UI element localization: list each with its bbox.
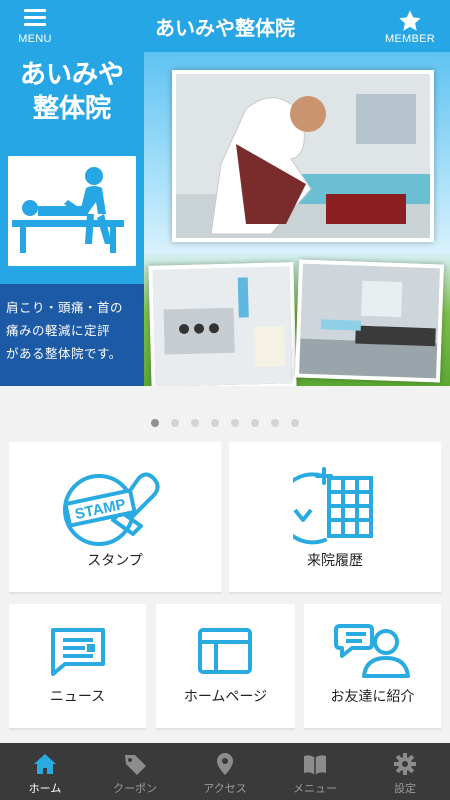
- bottom-tab-bar: ホーム クーポン アクセス メニュー 設定: [0, 743, 450, 800]
- carousel-dot[interactable]: [271, 419, 279, 427]
- home-icon: [34, 754, 56, 774]
- tab-coupon[interactable]: クーポン: [90, 743, 180, 800]
- carousel-indicator: [0, 419, 450, 429]
- visit-history-icon: [293, 467, 373, 545]
- carousel-dot[interactable]: [151, 419, 159, 427]
- visit-history-tile[interactable]: 来院履歴: [229, 442, 441, 594]
- invite-friend-tile[interactable]: お友達に紹介: [304, 604, 441, 730]
- carousel-dot[interactable]: [291, 419, 299, 427]
- member-label: MEMBER: [384, 33, 436, 45]
- map-pin-icon: [217, 753, 233, 775]
- hero-banner[interactable]: あいみや 整体院 肩こり・頭痛・首の 痛みの軽減に定評 がある整体院です。: [0, 52, 450, 386]
- news-label: ニュース: [49, 689, 106, 705]
- carousel-dot[interactable]: [251, 419, 259, 427]
- visit-history-label: 来院履歴: [307, 553, 363, 569]
- gear-icon: [394, 753, 416, 775]
- equipment-photo: [148, 262, 297, 386]
- star-icon: [399, 10, 421, 31]
- member-button[interactable]: MEMBER: [370, 0, 450, 52]
- hero-caption-panel: 肩こり・頭痛・首の 痛みの軽減に定評 がある整体院です。: [0, 284, 144, 386]
- news-tile[interactable]: ニュース: [9, 604, 146, 730]
- stamp-icon: STAMP: [63, 472, 160, 546]
- homepage-tile[interactable]: ホームページ: [156, 604, 295, 730]
- therapist-photo: [172, 70, 434, 242]
- hero-title-line1: あいみや: [19, 60, 124, 90]
- browser-window-icon: [198, 628, 252, 674]
- book-icon: [304, 755, 326, 775]
- tab-access[interactable]: アクセス: [180, 743, 270, 800]
- hero-caption-line3: がある整体院です。: [6, 346, 122, 361]
- tab-menu[interactable]: メニュー: [270, 743, 360, 800]
- hero-title-line2: 整体院: [32, 94, 111, 124]
- carousel-dot[interactable]: [211, 419, 219, 427]
- tab-settings[interactable]: 設定: [360, 743, 450, 800]
- tab-home-label: ホーム: [28, 782, 62, 795]
- refer-friend-icon: [334, 624, 410, 678]
- tab-menu-label: メニュー: [293, 782, 337, 795]
- massage-table-illustration: [8, 156, 136, 266]
- carousel-dot[interactable]: [171, 419, 179, 427]
- hero-caption-line2: 痛みの軽減に定評: [6, 323, 111, 338]
- carousel-dot[interactable]: [191, 419, 199, 427]
- app-header: MENU あいみや整体院 MEMBER: [0, 0, 450, 52]
- carousel-dot[interactable]: [231, 419, 239, 427]
- coupon-tag-icon: [125, 755, 146, 775]
- tab-access-label: アクセス: [203, 782, 247, 795]
- homepage-label: ホームページ: [183, 689, 268, 705]
- hero-title-panel: あいみや 整体院: [0, 52, 144, 284]
- tab-home[interactable]: ホーム: [0, 743, 90, 800]
- news-icon: [51, 628, 105, 676]
- stamp-tile[interactable]: STAMP スタンプ: [9, 442, 221, 594]
- stamp-label: スタンプ: [87, 553, 143, 569]
- tab-settings-label: 設定: [394, 782, 416, 795]
- tab-coupon-label: クーポン: [113, 782, 157, 795]
- treatment-room-photo: [294, 259, 445, 383]
- invite-friend-label: お友達に紹介: [330, 689, 415, 705]
- hero-caption-line1: 肩こり・頭痛・首の: [6, 300, 124, 315]
